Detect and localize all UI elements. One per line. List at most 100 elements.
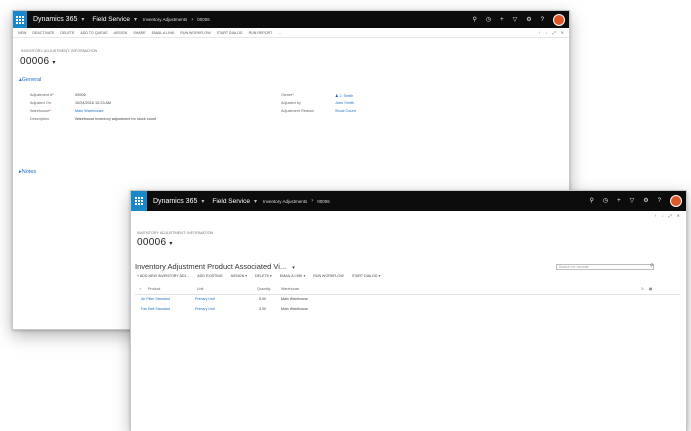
- adjusted-on-label: Adjusted On: [30, 101, 51, 105]
- adjusted-on-value[interactable]: 10/24/2016 10:23 AM: [75, 101, 111, 105]
- column-header-product[interactable]: Product: [148, 287, 160, 291]
- record-title[interactable]: 00006 ▾: [137, 237, 173, 248]
- top-navigation-bar: Dynamics 365 ▾ Field Service ▾ Inventory…: [13, 11, 569, 28]
- settings-icon[interactable]: ⚙: [643, 198, 648, 204]
- more-commands-button[interactable]: ...: [278, 31, 281, 35]
- row-unit-link[interactable]: Primary Unit: [195, 297, 215, 301]
- close-icon[interactable]: ✕: [677, 213, 680, 218]
- share-button[interactable]: SHARE: [133, 31, 145, 35]
- record-number: 00006: [20, 56, 50, 67]
- delete-button[interactable]: DELETE: [60, 31, 74, 35]
- breadcrumb-entity[interactable]: Inventory Adjustments: [143, 17, 187, 22]
- warehouse-label: Warehouse*: [30, 109, 51, 113]
- chart-icon[interactable]: ▦: [649, 287, 652, 291]
- add-to-queue-button[interactable]: ADD TO QUEUE: [80, 31, 107, 35]
- filter-icon[interactable]: ▽: [513, 17, 518, 23]
- chevron-down-icon[interactable]: ▾: [81, 16, 84, 23]
- adjustment-number-value[interactable]: 00006: [75, 93, 86, 97]
- entity-label: INVENTORY ADJUSTMENT: INFORMATION: [21, 49, 98, 53]
- arrow-down-icon[interactable]: ↓: [661, 213, 663, 218]
- chevron-right-icon: ›: [311, 198, 314, 204]
- grid-view-title: Inventory Adjustment Product Associated …: [135, 262, 287, 271]
- row-product-link[interactable]: Fan Belt Standard: [141, 307, 170, 311]
- arrow-up-icon[interactable]: ↑: [654, 213, 656, 218]
- chevron-down-icon[interactable]: ▾: [201, 198, 204, 205]
- column-header-warehouse[interactable]: Warehouse: [281, 287, 299, 291]
- column-header-quantity[interactable]: Quantity: [257, 287, 270, 291]
- expand-icon[interactable]: ⤢: [552, 30, 555, 35]
- chevron-down-icon[interactable]: ▾: [169, 241, 172, 247]
- clock-icon[interactable]: ◷: [603, 198, 608, 204]
- adjusted-by-label: Adjusted by: [281, 101, 301, 105]
- breadcrumb-record[interactable]: 00006: [317, 199, 330, 204]
- general-section-toggle[interactable]: ▴General: [19, 77, 41, 83]
- close-icon[interactable]: ✕: [561, 30, 564, 35]
- row-quantity: 5.00: [259, 297, 266, 301]
- record-title[interactable]: 00006 ▾: [20, 56, 56, 67]
- help-icon[interactable]: ?: [541, 17, 544, 23]
- help-icon[interactable]: ?: [658, 198, 661, 204]
- grid-header-divider: [135, 294, 680, 295]
- notes-section-toggle[interactable]: ▸Notes: [19, 169, 36, 175]
- run-report-button[interactable]: RUN REPORT: [249, 31, 273, 35]
- settings-icon[interactable]: ⚙: [526, 17, 531, 23]
- run-workflow-button[interactable]: RUN WORKFLOW: [180, 31, 210, 35]
- breadcrumb-record[interactable]: 00006: [197, 17, 210, 22]
- filter-icon[interactable]: ▽: [630, 198, 635, 204]
- search-icon[interactable]: ⚲: [650, 263, 654, 269]
- user-avatar[interactable]: [670, 195, 682, 207]
- chevron-down-icon[interactable]: ▾: [52, 60, 55, 66]
- select-all-checkbox[interactable]: ✓: [139, 287, 142, 291]
- grid-command-bar: + ADD NEW INVENTORY ADJ... ADD EXISTING …: [137, 274, 380, 278]
- app-launcher-waffle-icon[interactable]: [13, 11, 27, 28]
- chevron-down-icon[interactable]: ▾: [134, 16, 137, 23]
- delete-button[interactable]: DELETE ▾: [255, 274, 272, 278]
- email-link-button[interactable]: EMAIL A LINK: [152, 31, 175, 35]
- breadcrumb-entity[interactable]: Inventory Adjustments: [263, 199, 307, 204]
- search-icon[interactable]: ⚲: [589, 198, 593, 204]
- app-launcher-waffle-icon[interactable]: [131, 191, 147, 211]
- top-navigation-bar: Dynamics 365 ▾ Field Service ▾ Inventory…: [131, 191, 686, 211]
- expand-icon[interactable]: ⤢: [668, 213, 671, 218]
- assign-button[interactable]: ASSIGN: [114, 31, 128, 35]
- chevron-down-icon[interactable]: ▾: [254, 198, 257, 205]
- search-icon[interactable]: ⚲: [472, 17, 476, 23]
- add-icon[interactable]: +: [500, 17, 504, 23]
- row-warehouse: Main Warehouse: [281, 297, 309, 301]
- brand-name[interactable]: Dynamics 365: [153, 198, 197, 205]
- clock-icon[interactable]: ◷: [486, 17, 491, 23]
- adjusted-by-link[interactable]: John Smith: [335, 101, 354, 105]
- owner-link[interactable]: ♟ J. Smith: [335, 93, 353, 98]
- description-value[interactable]: Warehouse inventory adjustment for stock…: [75, 117, 156, 121]
- user-avatar[interactable]: [553, 13, 565, 26]
- arrow-down-icon[interactable]: ↓: [545, 30, 547, 35]
- chevron-right-icon: ›: [191, 16, 194, 23]
- refresh-icon[interactable]: ↻: [641, 287, 644, 291]
- warehouse-link[interactable]: Main Warehouse: [75, 109, 104, 113]
- entity-label: INVENTORY ADJUSTMENT: INFORMATION: [137, 231, 214, 235]
- chevron-down-icon[interactable]: ▾: [292, 265, 295, 271]
- app-name[interactable]: Field Service: [212, 198, 250, 205]
- adjustment-reason-link[interactable]: Stock Count: [335, 109, 356, 113]
- record-number: 00006: [137, 237, 167, 248]
- row-unit-link[interactable]: Primary Unit: [195, 307, 215, 311]
- add-new-button[interactable]: + ADD NEW INVENTORY ADJ...: [137, 274, 189, 278]
- grid-view-selector[interactable]: Inventory Adjustment Product Associated …: [135, 262, 295, 271]
- start-dialog-button[interactable]: START DIALOG ▾: [352, 274, 381, 278]
- row-product-link[interactable]: Air Filter Standard: [141, 297, 170, 301]
- deactivate-button[interactable]: DEACTIVATE: [32, 31, 54, 35]
- arrow-up-icon[interactable]: ↑: [538, 30, 540, 35]
- new-button[interactable]: NEW: [18, 31, 26, 35]
- add-existing-button[interactable]: ADD EXISTING: [197, 274, 222, 278]
- owner-label: Owner*: [281, 93, 294, 97]
- inventory-adjustment-products-window: Dynamics 365 ▾ Field Service ▾ Inventory…: [130, 190, 687, 431]
- email-link-button[interactable]: EMAIL A LINK ▾: [280, 274, 305, 278]
- start-dialog-button[interactable]: START DIALOG: [217, 31, 243, 35]
- assign-button[interactable]: ASSIGN ▾: [231, 274, 247, 278]
- column-header-unit[interactable]: Unit: [197, 287, 203, 291]
- brand-name[interactable]: Dynamics 365: [33, 16, 77, 23]
- run-workflow-button[interactable]: RUN WORKFLOW: [313, 274, 343, 278]
- search-records-input[interactable]: Search for records: [556, 264, 654, 270]
- add-icon[interactable]: +: [617, 198, 621, 204]
- app-name[interactable]: Field Service: [92, 16, 130, 23]
